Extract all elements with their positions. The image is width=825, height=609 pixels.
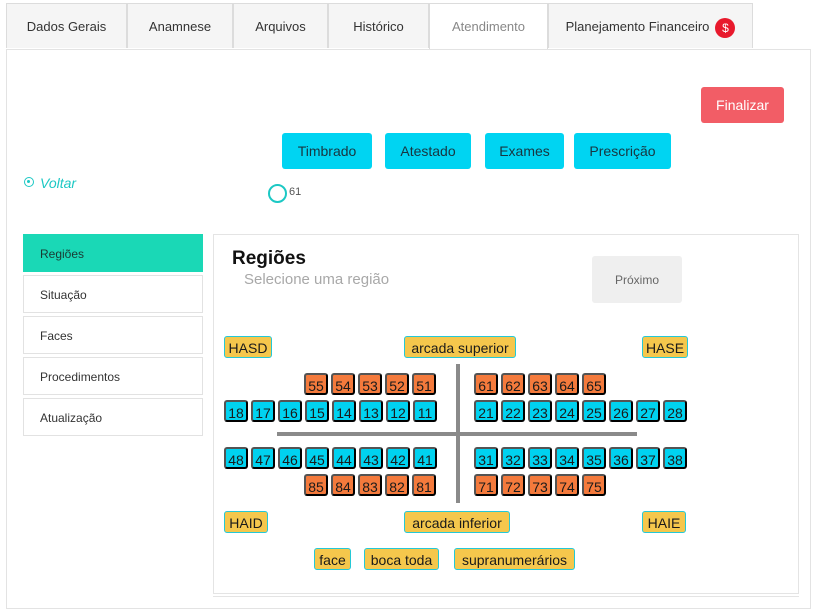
region-hase[interactable]: HASE [642, 336, 688, 358]
tab-historico[interactable]: Histórico [328, 3, 429, 48]
region-face[interactable]: face [314, 548, 351, 570]
sidebar-item-atualizacao[interactable]: Atualização [23, 398, 203, 436]
tooth-75[interactable]: 75 [582, 474, 606, 496]
tooth-64[interactable]: 64 [555, 373, 579, 395]
tab-planejamento-financeiro[interactable]: Planejamento Financeiro $ [548, 3, 753, 48]
tooth-71[interactable]: 71 [474, 474, 498, 496]
region-boca-toda[interactable]: boca toda [364, 548, 439, 570]
sidebar-item-regioes[interactable]: Regiões [23, 234, 203, 272]
tooth-51[interactable]: 51 [412, 373, 436, 395]
tooth-53[interactable]: 53 [358, 373, 382, 395]
finalizar-button[interactable]: Finalizar [701, 87, 784, 123]
selected-tooth-label: 61 [289, 186, 302, 198]
tooth-45[interactable]: 45 [305, 447, 329, 469]
timbrado-button[interactable]: Timbrado [282, 133, 372, 169]
region-arcada-inferior[interactable]: arcada inferior [404, 511, 510, 533]
voltar-label: Voltar [40, 175, 77, 191]
sidebar-item-situacao[interactable]: Situação [23, 275, 203, 313]
tooth-47[interactable]: 47 [251, 447, 275, 469]
back-icon [24, 177, 34, 188]
tooth-65[interactable]: 65 [582, 373, 606, 395]
tooth-18[interactable]: 18 [224, 400, 248, 422]
tooth-15[interactable]: 15 [305, 400, 329, 422]
page-title: Regiões [232, 248, 306, 269]
tab-anamnese[interactable]: Anamnese [127, 3, 233, 48]
tooth-62[interactable]: 62 [501, 373, 525, 395]
selected-tooth-radio-icon[interactable] [268, 184, 287, 203]
tooth-14[interactable]: 14 [332, 400, 356, 422]
voltar-link[interactable]: Voltar [24, 175, 76, 191]
proximo-button[interactable]: Próximo [592, 256, 682, 303]
tooth-72[interactable]: 72 [501, 474, 525, 496]
tooth-16[interactable]: 16 [278, 400, 302, 422]
sidebar-item-faces[interactable]: Faces [23, 316, 203, 354]
region-haid[interactable]: HAID [224, 511, 268, 533]
tooth-22[interactable]: 22 [501, 400, 525, 422]
tooth-24[interactable]: 24 [555, 400, 579, 422]
tooth-12[interactable]: 12 [386, 400, 410, 422]
region-haie[interactable]: HAIE [642, 511, 686, 533]
tooth-41[interactable]: 41 [413, 447, 437, 469]
tooth-81[interactable]: 81 [412, 474, 436, 496]
tooth-83[interactable]: 83 [358, 474, 382, 496]
tooth-38[interactable]: 38 [663, 447, 687, 469]
tooth-27[interactable]: 27 [636, 400, 660, 422]
tab-arquivos[interactable]: Arquivos [233, 3, 328, 48]
tooth-44[interactable]: 44 [332, 447, 356, 469]
tooth-37[interactable]: 37 [636, 447, 660, 469]
tooth-63[interactable]: 63 [528, 373, 552, 395]
tooth-55[interactable]: 55 [304, 373, 328, 395]
tooth-82[interactable]: 82 [385, 474, 409, 496]
tooth-35[interactable]: 35 [582, 447, 606, 469]
tooth-17[interactable]: 17 [251, 400, 275, 422]
tooth-42[interactable]: 42 [386, 447, 410, 469]
region-arcada-superior[interactable]: arcada superior [404, 336, 516, 358]
step-sidebar: Regiões Situação Faces Procedimentos Atu… [23, 234, 203, 439]
tooth-61[interactable]: 61 [474, 373, 498, 395]
exames-button[interactable]: Exames [485, 133, 564, 169]
page-subtitle: Selecione uma região [244, 271, 390, 288]
region-hasd[interactable]: HASD [224, 336, 272, 358]
tooth-85[interactable]: 85 [304, 474, 328, 496]
tooth-25[interactable]: 25 [582, 400, 606, 422]
tooth-11[interactable]: 11 [413, 400, 437, 422]
tab-atendimento[interactable]: Atendimento [429, 3, 548, 50]
divider [213, 596, 799, 597]
tooth-48[interactable]: 48 [224, 447, 248, 469]
tooth-46[interactable]: 46 [278, 447, 302, 469]
prescricao-button[interactable]: Prescrição [574, 133, 671, 169]
tooth-26[interactable]: 26 [609, 400, 633, 422]
atestado-button[interactable]: Atestado [385, 133, 471, 169]
tab-label: Planejamento Financeiro [565, 19, 710, 34]
sidebar-item-procedimentos[interactable]: Procedimentos [23, 357, 203, 395]
region-supranumerarios[interactable]: supranumerários [454, 548, 575, 570]
tab-dados-gerais[interactable]: Dados Gerais [6, 3, 127, 48]
tooth-33[interactable]: 33 [528, 447, 552, 469]
tooth-84[interactable]: 84 [331, 474, 355, 496]
midline-horizontal [277, 432, 637, 436]
tooth-73[interactable]: 73 [528, 474, 552, 496]
tooth-28[interactable]: 28 [663, 400, 687, 422]
tooth-52[interactable]: 52 [385, 373, 409, 395]
tooth-13[interactable]: 13 [359, 400, 383, 422]
tooth-34[interactable]: 34 [555, 447, 579, 469]
tooth-74[interactable]: 74 [555, 474, 579, 496]
dollar-badge-icon: $ [715, 17, 736, 38]
tooth-31[interactable]: 31 [474, 447, 498, 469]
tooth-36[interactable]: 36 [609, 447, 633, 469]
tooth-43[interactable]: 43 [359, 447, 383, 469]
tooth-21[interactable]: 21 [474, 400, 498, 422]
tooth-54[interactable]: 54 [331, 373, 355, 395]
tooth-32[interactable]: 32 [501, 447, 525, 469]
tooth-23[interactable]: 23 [528, 400, 552, 422]
